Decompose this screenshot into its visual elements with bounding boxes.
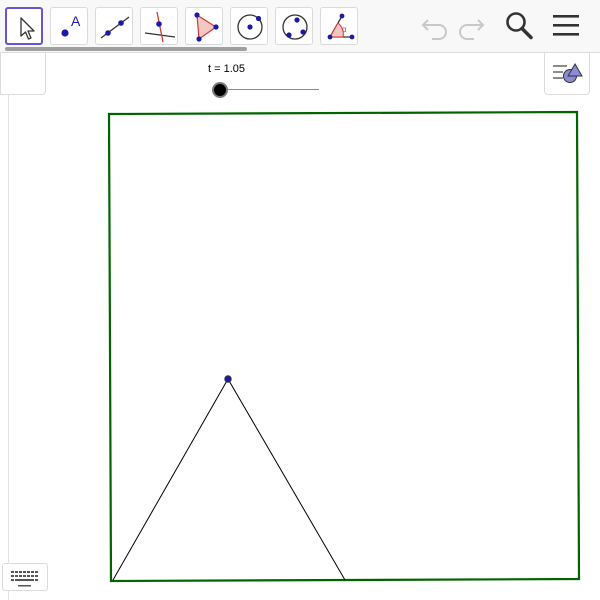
graphics-view[interactable]	[0, 0, 600, 600]
triangle-segments[interactable]	[112, 377, 346, 581]
square-shape[interactable]	[107, 110, 581, 583]
apex-point[interactable]	[224, 375, 232, 383]
slider-track[interactable]	[219, 89, 319, 90]
slider-label: t = 1.05	[208, 63, 246, 75]
keyboard-button[interactable]	[2, 563, 48, 591]
slider-knob[interactable]	[212, 82, 228, 98]
keyboard-icon	[11, 571, 38, 587]
